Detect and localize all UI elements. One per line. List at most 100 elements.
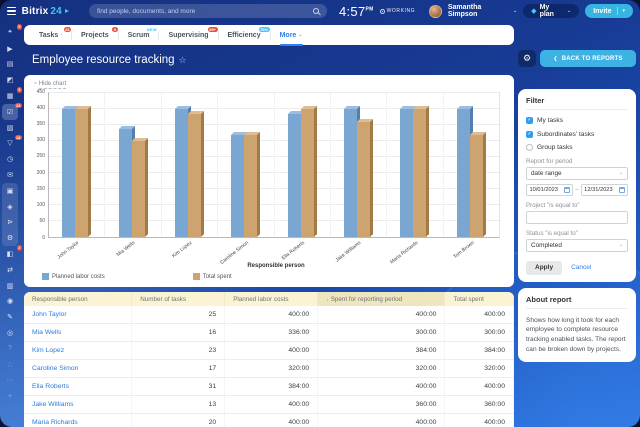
sidebar-badge: 2 (17, 245, 22, 251)
x-tick-label: Ella Roberts (281, 240, 306, 261)
sidebar-item-code[interactable]: ⊳ (2, 215, 18, 231)
chevron-down-icon: ⌄ (619, 170, 623, 176)
sidebar-item-camera[interactable]: ◉ (2, 294, 18, 310)
y-tick-label: 0 (42, 235, 45, 241)
apply-button[interactable]: Apply (526, 261, 562, 275)
table-cell: 384:00 (225, 378, 318, 396)
sidebar-item-automation[interactable]: ⚙ (2, 230, 18, 246)
chart-bar (244, 135, 257, 237)
sidebar-item-sites[interactable]: ◧2 (2, 246, 18, 262)
sidebar-item-calendar[interactable]: ▦5 (2, 88, 18, 104)
y-tick-label: 50 (39, 218, 45, 224)
status-select[interactable]: Completed ⌄ (526, 239, 628, 252)
column-header: Number of tasks (132, 292, 225, 306)
sidebar-item-workflows[interactable]: ⇄ (2, 262, 18, 278)
tab-tasks[interactable]: Tasks›23 (30, 25, 71, 45)
sidebar-item-groups[interactable]: ◩ (2, 72, 18, 88)
table-cell: 336:00 (225, 324, 318, 342)
bitrix24-logo[interactable]: Bitrix24 (22, 6, 69, 17)
table-row: Mia Wells16336:00300:00300:00 (24, 324, 514, 342)
date-to-input[interactable]: 12/31/2023 (581, 184, 628, 196)
period-select[interactable]: date range ⌄ (526, 167, 628, 180)
table-cell: 400:00 (445, 306, 514, 324)
tab-projects[interactable]: Projects9 (72, 25, 118, 45)
user-menu[interactable]: Samantha Simpson ⌄ (448, 4, 517, 18)
groups-icon: ◩ (7, 76, 14, 84)
filter-option-my-tasks[interactable]: ✓My tasks (526, 117, 628, 124)
about-report-text: Shows how long it took for each employee… (526, 316, 628, 356)
user-avatar[interactable] (429, 5, 442, 18)
sidebar-item-help[interactable]: ? (2, 341, 18, 357)
person-link[interactable]: John Taylor (32, 311, 67, 318)
hide-chart-toggle[interactable]: ^ Hide chart (34, 81, 504, 89)
sidebar-item-crm[interactable]: ▧ (2, 120, 18, 136)
table-row: Kim Lopez23400:00384:00384:00 (24, 342, 514, 360)
table-cell: 400:00 (225, 414, 318, 427)
sidebar-item-add[interactable]: + (2, 388, 18, 404)
back-to-reports-button[interactable]: ❮ BACK TO REPORTS (540, 50, 636, 67)
table-cell: 320:00 (445, 360, 514, 378)
x-label-cell: John Taylor (48, 238, 105, 263)
project-filter-input[interactable] (526, 211, 628, 224)
person-link[interactable]: Ella Roberts (32, 383, 69, 390)
sales-funnel-icon: ▽ (7, 139, 12, 147)
cancel-link[interactable]: Cancel (571, 264, 591, 271)
clock-widget[interactable]: 4:57PM (339, 4, 374, 19)
person-link[interactable]: Caroline Simon (32, 365, 78, 372)
search-icon[interactable] (313, 8, 319, 14)
table-header-row: Responsible personNumber of tasksPlanned… (24, 292, 514, 306)
favorite-star-icon[interactable]: ☆ (179, 55, 187, 66)
sidebar-item-sign[interactable]: ✎ (2, 309, 18, 325)
filter-option-subordinates-tasks[interactable]: ✓Subordinates' tasks (526, 131, 628, 138)
working-status[interactable]: WORKING (380, 8, 416, 14)
search-input[interactable]: find people, documents, and more (89, 4, 327, 18)
report-period-label: Report for period (526, 158, 628, 165)
person-link[interactable]: Mia Wells (32, 329, 61, 336)
y-tick-label: 150 (37, 186, 45, 192)
chart-bar (457, 109, 470, 237)
tab-efficiency[interactable]: Efficiency78% (219, 25, 270, 45)
sidebar-item-mail[interactable]: ✉ (2, 167, 18, 183)
sidebar-item-sales-funnel[interactable]: ▽18 (2, 136, 18, 152)
calendar-icon[interactable] (564, 187, 570, 193)
sidebar-item-drive[interactable]: ▣ (2, 183, 18, 199)
marketing-icon: ◈ (7, 203, 12, 211)
sidebar-item-marketing[interactable]: ◈ (2, 199, 18, 215)
y-tick-label: 250 (37, 153, 45, 159)
chart-axis-title: Responsible person (48, 263, 504, 269)
table-cell: 360:00 (445, 396, 514, 414)
chart-group (217, 93, 273, 237)
calendar-icon[interactable] (619, 187, 625, 193)
tab-more[interactable]: More⌄ (271, 25, 312, 45)
date-from-input[interactable]: 10/01/2023 (526, 184, 573, 196)
checkbox-checked-icon[interactable]: ✓ (526, 131, 533, 138)
y-tick-label: 450 (37, 89, 45, 95)
invite-button[interactable]: Invite ▾ (585, 4, 633, 18)
top-bar: Bitrix24 find people, documents, and mor… (0, 0, 640, 22)
filter-option-group-tasks[interactable]: Group tasks (526, 144, 628, 151)
table-row: Caroline Simon17320:00320:00320:00 (24, 360, 514, 378)
hamburger-menu-icon[interactable] (7, 7, 16, 15)
column-header-label: Total spent (453, 296, 483, 303)
my-plan-button[interactable]: ◆ My plan ⌄ (523, 4, 579, 18)
column-header-label: Number of tasks (140, 296, 186, 303)
sidebar-item-time[interactable]: ◷ (2, 151, 18, 167)
sidebar-item-apps[interactable]: ∴ (2, 357, 18, 373)
person-link[interactable]: Maria Richards (32, 419, 78, 426)
sidebar-item-documents[interactable]: ▤ (2, 57, 18, 73)
sidebar-item-chat[interactable]: ❝5 (2, 25, 18, 41)
sidebar-item-copilot[interactable]: ◎ (2, 325, 18, 341)
sidebar-item-settings[interactable]: ⋯ (2, 373, 18, 389)
checkbox-unchecked-icon[interactable] (526, 144, 533, 151)
settings-button[interactable]: ⚙ (518, 50, 536, 67)
tab-supervising[interactable]: Supervising99+ (159, 25, 217, 45)
tab-scrum[interactable]: ScrumNEW (119, 25, 159, 45)
person-link[interactable]: Jake Williams (32, 401, 74, 408)
sidebar-item-tasks[interactable]: ☑23 (2, 104, 18, 120)
chevron-down-icon: ⌄ (619, 242, 623, 248)
sidebar-item-shop[interactable]: ▥ (2, 278, 18, 294)
person-link[interactable]: Kim Lopez (32, 347, 64, 354)
checkbox-checked-icon[interactable]: ✓ (526, 117, 533, 124)
sidebar-item-video-call[interactable]: ▶ (2, 41, 18, 57)
table-cell: John Taylor (24, 306, 132, 324)
